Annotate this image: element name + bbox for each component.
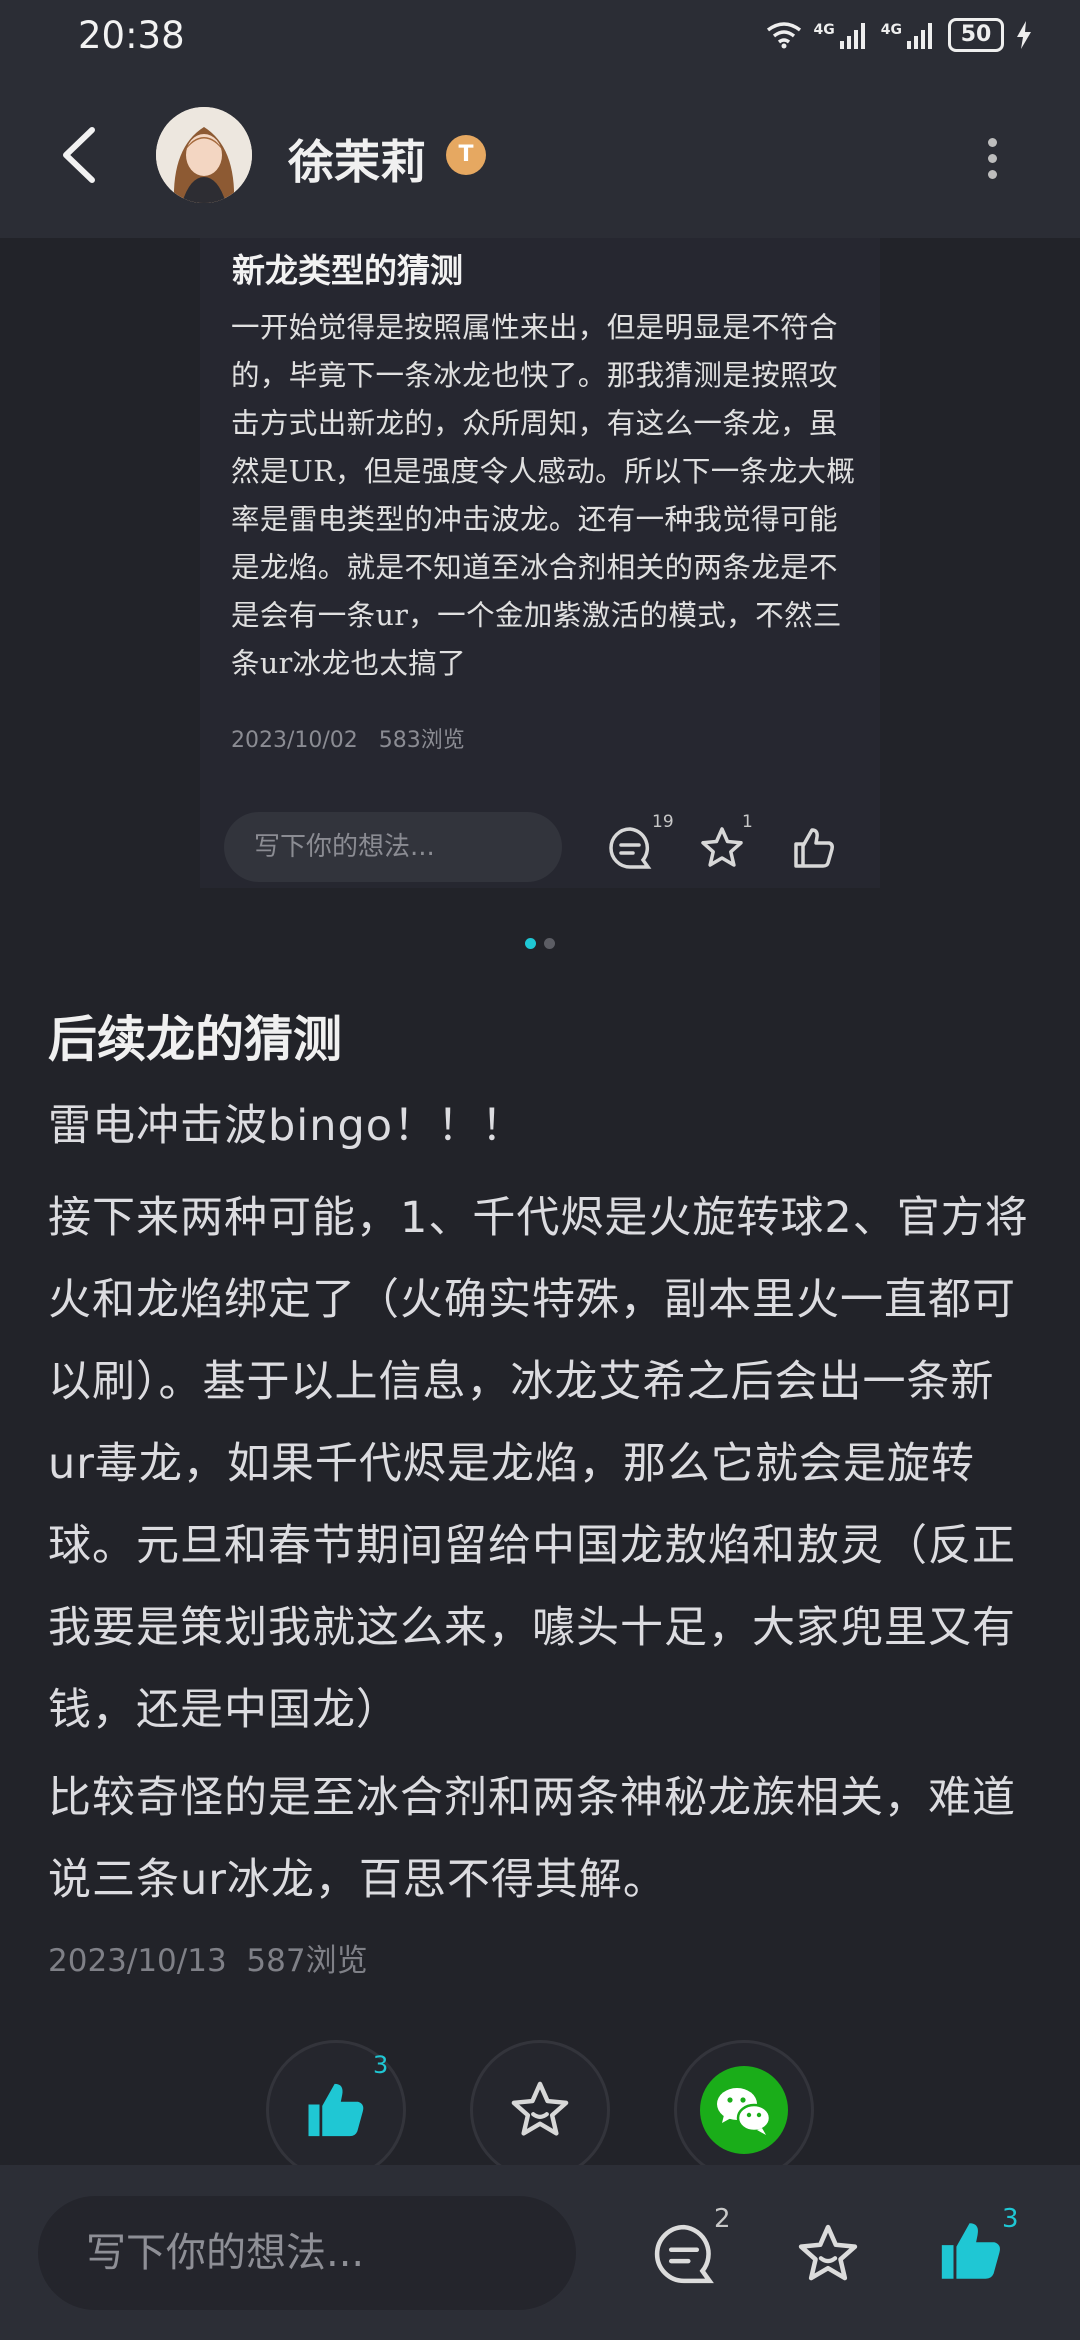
favorite-post-button[interactable] bbox=[470, 2040, 610, 2180]
username[interactable]: 徐茉莉 bbox=[288, 126, 426, 192]
charging-icon bbox=[1017, 21, 1031, 49]
wechat-icon bbox=[700, 2066, 788, 2154]
status-icons: 4G 4G 50 bbox=[766, 18, 1032, 52]
embedded-post-meta: 2023/10/02 583浏览 bbox=[231, 722, 465, 754]
status-time: 20:38 bbox=[78, 14, 185, 57]
more-dots-icon bbox=[980, 132, 1004, 179]
battery-indicator: 50 bbox=[948, 18, 1004, 52]
post-paragraph: 接下来两种可能，1、千代烬是火旋转球2、官方将火和龙焰绑定了（火确实特殊，副本里… bbox=[48, 1193, 1029, 1735]
post-paragraph: 雷电冲击波bingo！！！ bbox=[48, 1101, 526, 1151]
post-meta: 2023/10/13 587浏览 bbox=[48, 1935, 368, 1980]
star-icon bbox=[511, 2081, 569, 2136]
network-type-2: 4G bbox=[880, 22, 902, 38]
comment-count: 2 bbox=[714, 2204, 731, 2234]
thumbs-up-icon bbox=[308, 2083, 364, 2137]
network-type-1: 4G bbox=[813, 22, 835, 38]
post-views: 587浏览 bbox=[246, 1943, 368, 1979]
post-title: 后续龙的猜测 bbox=[48, 1010, 343, 1068]
comment-button[interactable]: 2 bbox=[650, 2204, 731, 2292]
image-pager bbox=[525, 938, 555, 949]
embedded-comment-count: 19 bbox=[652, 812, 674, 832]
star-icon bbox=[798, 2224, 858, 2281]
comment-icon bbox=[654, 2224, 714, 2284]
more-menu-button[interactable] bbox=[980, 132, 1004, 182]
post-like-count: 3 bbox=[373, 2051, 389, 2079]
pager-dot bbox=[544, 938, 555, 949]
signal-icon bbox=[839, 23, 865, 49]
favorite-button[interactable] bbox=[794, 2220, 862, 2292]
avatar-image bbox=[156, 107, 252, 203]
embedded-post-body: 一开始觉得是按照属性来出，但是明显是不符合的，毕竟下一条冰龙也快了。那我猜测是按… bbox=[231, 311, 856, 680]
back-arrow-icon bbox=[63, 127, 95, 183]
comment-input[interactable]: 写下你的想法... bbox=[38, 2196, 576, 2310]
embedded-comment-icon: 19 bbox=[606, 812, 674, 876]
pager-dot-active bbox=[525, 938, 536, 949]
embedded-post-date: 2023/10/02 bbox=[231, 728, 358, 753]
embedded-post-views: 583浏览 bbox=[378, 728, 465, 753]
signal-icon bbox=[907, 23, 932, 49]
like-button[interactable]: 3 bbox=[936, 2204, 1019, 2290]
like-post-button[interactable]: 3 bbox=[266, 2040, 406, 2180]
wifi-icon bbox=[766, 22, 801, 49]
post-paragraph: 比较奇怪的是至冰合剂和两条神秘龙族相关，难道说三条ur冰龙，百思不得其解。 bbox=[48, 1773, 1016, 1905]
post-date: 2023/10/13 bbox=[48, 1943, 227, 1979]
embedded-star-icon: 1 bbox=[698, 812, 753, 876]
thumbs-up-icon bbox=[941, 2223, 1000, 2279]
like-count: 3 bbox=[1002, 2204, 1019, 2234]
level-badge: T bbox=[446, 135, 486, 175]
embedded-like-icon bbox=[790, 824, 838, 876]
embedded-star-count: 1 bbox=[742, 812, 753, 832]
avatar[interactable] bbox=[156, 107, 252, 203]
embedded-comment-input: 写下你的想法... bbox=[224, 812, 562, 882]
share-wechat-button[interactable] bbox=[674, 2040, 814, 2180]
back-button[interactable] bbox=[56, 122, 104, 188]
embedded-post-title: 新龙类型的猜测 bbox=[232, 251, 463, 290]
